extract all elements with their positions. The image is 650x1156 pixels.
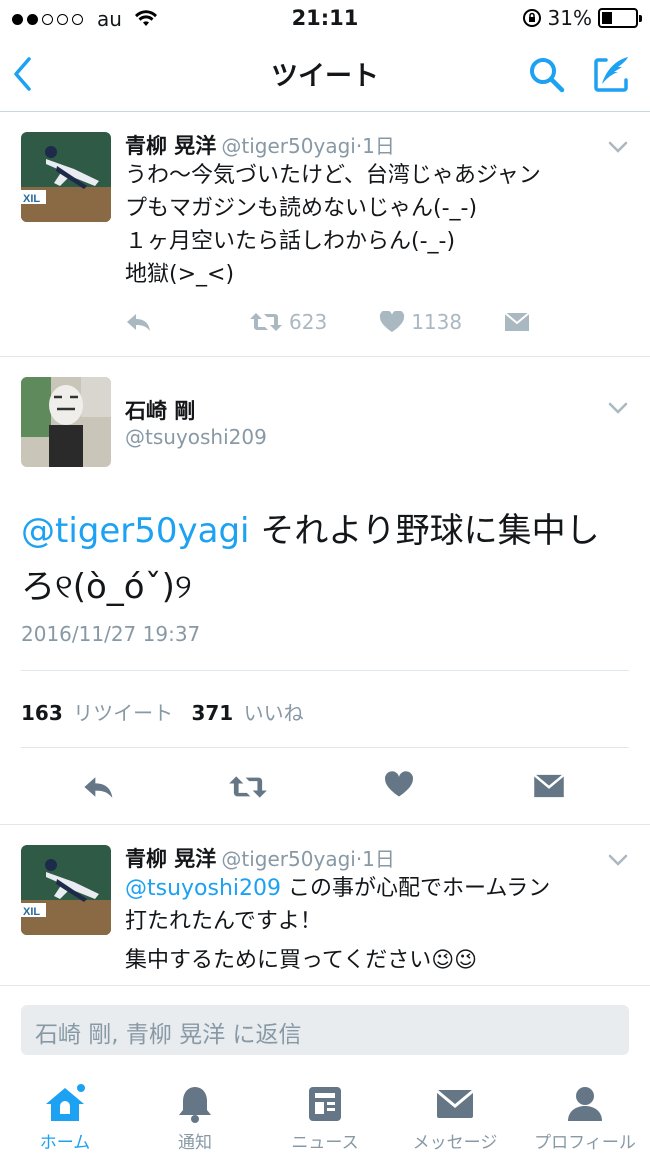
tweet-header: 青柳 晃洋 @tiger50yagi·1日 xyxy=(125,843,395,873)
baseball-player-image: XIL xyxy=(21,845,111,935)
tweet-stats: 163 リツイート 371 いいね xyxy=(21,697,304,726)
tweet-actions xyxy=(0,767,650,807)
mention-link[interactable]: @tiger50yagi xyxy=(21,511,250,551)
baseball-player-image: XIL xyxy=(21,132,111,222)
status-bar: au 21:11 31% xyxy=(0,0,650,38)
reply-icon[interactable] xyxy=(82,773,116,801)
tweet-header: 青柳 晃洋 @tiger50yagi·1日 xyxy=(125,130,395,160)
tweet-line: 集中するために買ってください😉😉 xyxy=(125,948,478,973)
tweet-text: うわ〜今気づいたけど、台湾じゃあジャン プもマガジンも読めないじゃん(-_-) … xyxy=(125,159,541,291)
tab-notifications[interactable]: 通知 xyxy=(130,1066,260,1156)
tab-label: ニュース xyxy=(291,1133,359,1153)
chevron-down-icon[interactable] xyxy=(608,853,628,867)
display-name[interactable]: 青柳 晃洋 xyxy=(125,847,216,871)
tweet-2-focused: 石崎 剛 @tsuyoshi209 @tiger50yagi それより野球に集中… xyxy=(0,357,650,825)
tweet-text-part: それより野球に集中し xyxy=(249,511,600,551)
tweet-text: @tiger50yagi それより野球に集中し ろ୧(ò_óˇ)୨ xyxy=(21,503,600,615)
tweet-age: ·1日 xyxy=(355,134,395,158)
search-icon[interactable] xyxy=(528,56,566,94)
tweet-age: ·1日 xyxy=(355,847,395,871)
divider xyxy=(21,670,629,671)
tab-label: メッセージ xyxy=(412,1133,498,1153)
tweet-line: うわ〜今気づいたけど、台湾じゃあジャン xyxy=(125,163,541,188)
compose-icon[interactable] xyxy=(592,54,632,94)
tab-home[interactable]: ホーム xyxy=(0,1066,130,1156)
like-count: 1138 xyxy=(411,310,463,334)
retweet-count: 623 xyxy=(289,310,328,334)
tweet-text-part: この事が心配でホームラン xyxy=(281,876,551,901)
person-icon xyxy=(568,1087,602,1121)
retweet-icon[interactable] xyxy=(228,773,268,801)
chevron-down-icon[interactable] xyxy=(608,401,628,415)
display-name[interactable]: 石崎 剛 xyxy=(125,395,195,425)
tweet-3[interactable]: XIL 青柳 晃洋 @tiger50yagi·1日 @tsuyoshi209 こ… xyxy=(0,825,650,985)
battery-percent: 31% xyxy=(547,6,592,30)
tab-label: ホーム xyxy=(39,1133,91,1153)
tweet-1[interactable]: XIL 青柳 晃洋 @tiger50yagi·1日 うわ〜今気づいたけど、台湾じ… xyxy=(0,112,650,357)
tweet-text: @tsuyoshi209 この事が心配でホームラン 打たれたんですよ！ 集中する… xyxy=(125,872,550,977)
user-handle[interactable]: @tsuyoshi209 xyxy=(125,425,267,449)
envelope-icon xyxy=(436,1089,474,1118)
mention-link[interactable]: @tsuyoshi209 xyxy=(125,876,281,901)
chevron-down-icon[interactable] xyxy=(608,140,628,154)
avatar[interactable]: XIL xyxy=(21,132,111,222)
tab-label: 通知 xyxy=(178,1133,212,1153)
tweet-timestamp: 2016/11/27 19:37 xyxy=(21,622,201,646)
retweet-label[interactable]: リツイート xyxy=(73,701,173,725)
tweet-line: 地獄(>_<) xyxy=(125,262,235,287)
heart-icon[interactable] xyxy=(379,311,405,333)
svg-text:XIL: XIL xyxy=(23,906,40,918)
tab-label: プロフィール xyxy=(534,1133,636,1153)
display-name[interactable]: 青柳 晃洋 xyxy=(125,134,216,158)
home-icon xyxy=(46,1084,85,1121)
user-handle[interactable]: @tiger50yagi xyxy=(221,134,355,158)
like-label[interactable]: いいね xyxy=(244,701,304,725)
tweet-line: 打たれたんですよ！ xyxy=(125,909,322,934)
retweet-count[interactable]: 163 xyxy=(21,701,63,725)
tweet-line: １ヶ月空いたら話しわからん(-_-) xyxy=(125,229,456,254)
tab-messages[interactable]: メッセージ xyxy=(390,1066,520,1156)
status-right: 31% xyxy=(522,6,642,30)
bell-icon xyxy=(179,1087,211,1123)
tiger-mask-image xyxy=(21,377,111,467)
reply-input[interactable]: 石崎 剛, 青柳 晃洋 に返信 xyxy=(21,1005,629,1055)
rotation-lock-icon xyxy=(522,9,541,27)
news-icon xyxy=(309,1087,341,1121)
direct-message-icon[interactable] xyxy=(504,312,530,332)
tweet-actions: 623 1138 xyxy=(125,310,530,334)
heart-icon[interactable] xyxy=(384,771,414,799)
nav-bar: ツイート xyxy=(0,38,650,112)
battery-icon xyxy=(598,8,642,28)
like-count[interactable]: 371 xyxy=(191,701,233,725)
tweet-text-part: ろ୧(ò_óˇ)୨ xyxy=(21,567,192,607)
divider xyxy=(21,747,629,748)
reply-icon[interactable] xyxy=(125,311,153,333)
battery-level xyxy=(602,12,612,24)
tab-news[interactable]: ニュース xyxy=(260,1066,390,1156)
avatar[interactable] xyxy=(21,377,111,467)
svg-text:XIL: XIL xyxy=(23,193,40,205)
tweet-line: プもマガジンも読めないじゃん(-_-) xyxy=(125,196,478,221)
tab-bar: ホーム 通知 ニュース メッセージ プロフィール xyxy=(0,1066,650,1156)
direct-message-icon[interactable] xyxy=(533,773,565,799)
reply-bar: 石崎 剛, 青柳 晃洋 に返信 xyxy=(0,985,650,1066)
retweet-icon[interactable] xyxy=(249,311,283,333)
user-handle[interactable]: @tiger50yagi xyxy=(221,847,355,871)
avatar[interactable]: XIL xyxy=(21,845,111,935)
tab-profile[interactable]: プロフィール xyxy=(520,1066,650,1156)
